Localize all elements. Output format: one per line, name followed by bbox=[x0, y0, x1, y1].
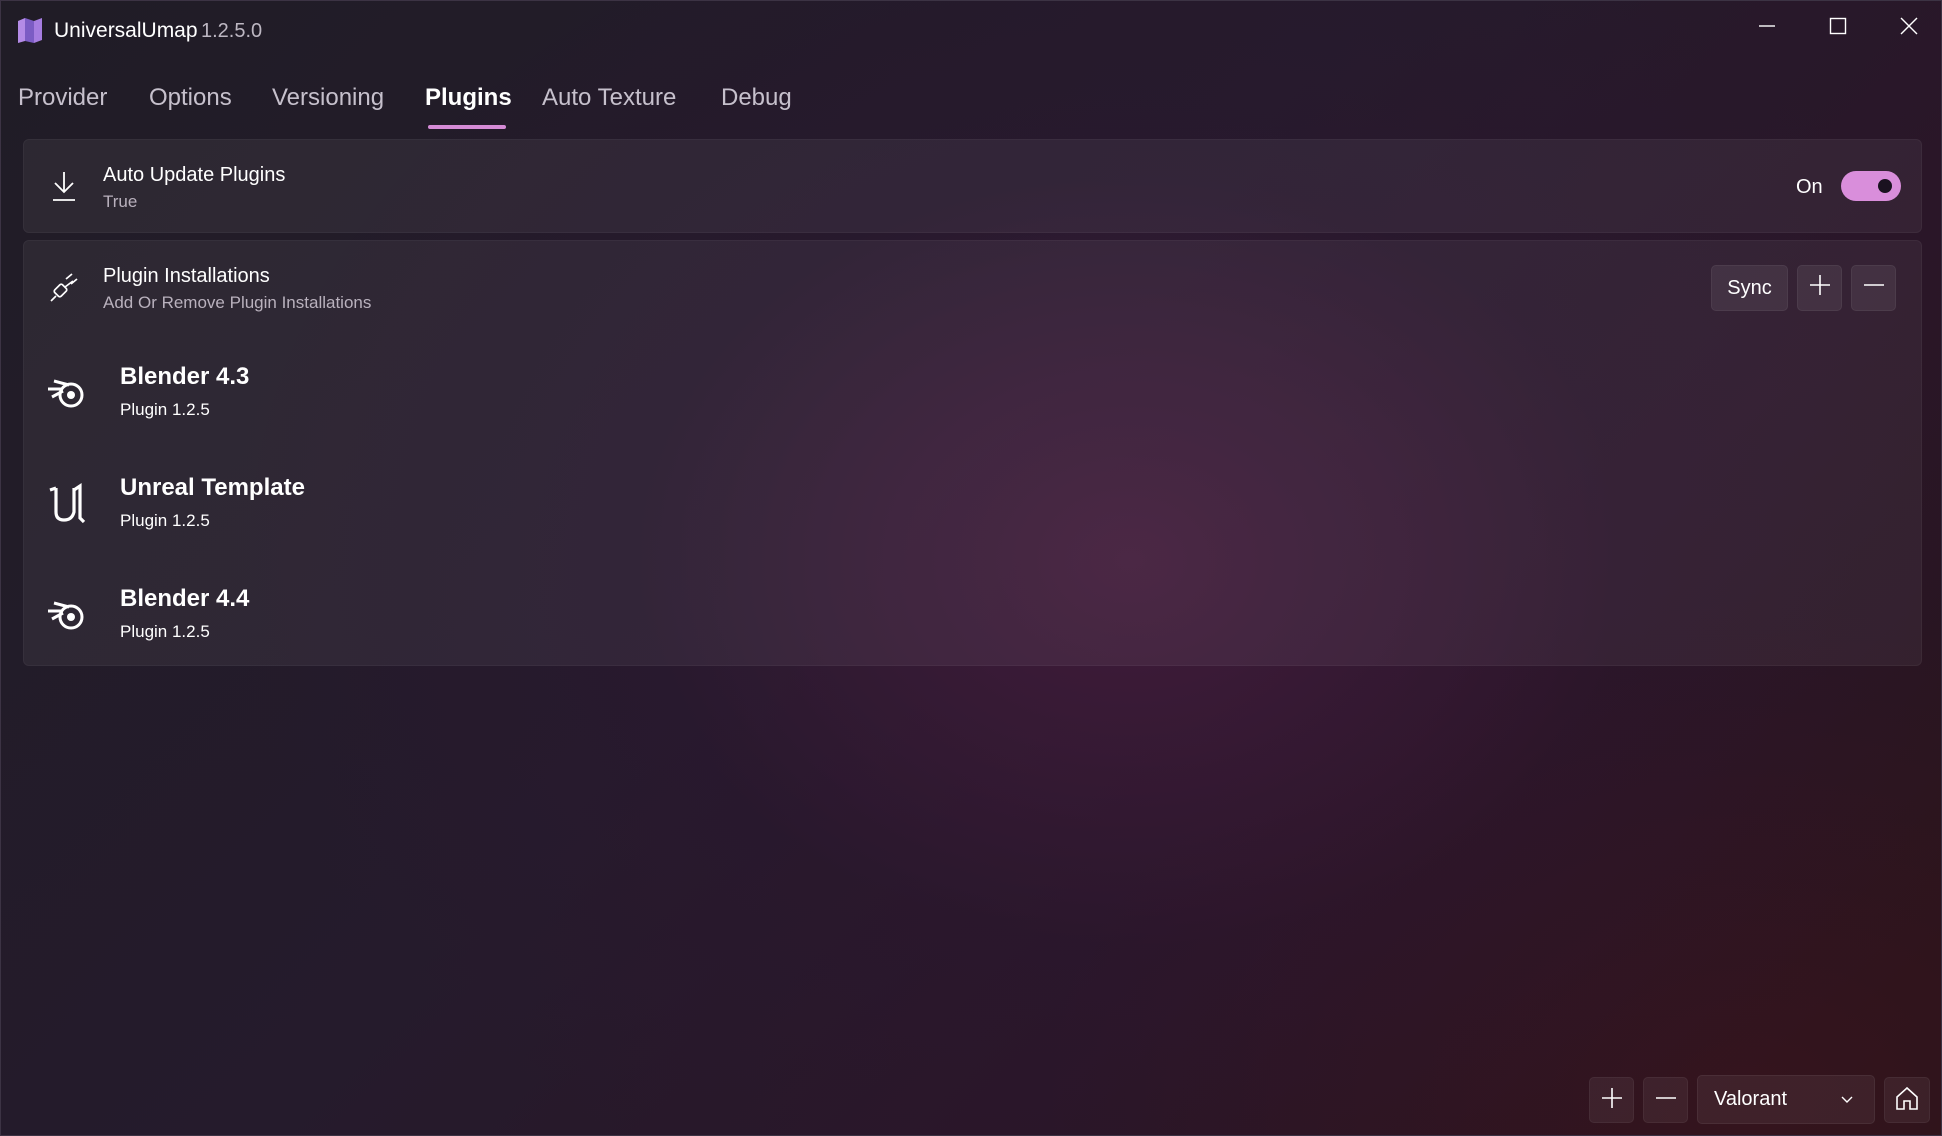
tab-plugins[interactable]: Plugins bbox=[425, 84, 512, 112]
sync-button[interactable]: Sync bbox=[1711, 265, 1788, 311]
tab-options[interactable]: Options bbox=[149, 84, 232, 112]
maximize-icon bbox=[1829, 17, 1847, 40]
game-select[interactable]: Valorant bbox=[1697, 1075, 1875, 1124]
blender-icon bbox=[46, 373, 90, 417]
plugin-installations-card: Plugin Installations Add Or Remove Plugi… bbox=[23, 240, 1922, 666]
blender-icon bbox=[46, 595, 90, 639]
app-version: 1.2.5.0 bbox=[201, 20, 263, 42]
plugin-name: Blender 4.3 bbox=[120, 363, 250, 390]
tab-versioning[interactable]: Versioning bbox=[272, 84, 384, 112]
maximize-button[interactable] bbox=[1805, 6, 1871, 50]
toggle-state-label: On bbox=[1796, 176, 1823, 198]
plus-icon bbox=[1809, 274, 1831, 302]
plugin-installations-title: Plugin Installations bbox=[103, 265, 270, 287]
minimize-button[interactable] bbox=[1734, 6, 1800, 50]
minus-icon bbox=[1655, 1087, 1677, 1114]
auto-update-toggle[interactable] bbox=[1841, 171, 1901, 201]
list-item[interactable]: Unreal Template Plugin 1.2.5 bbox=[46, 474, 646, 564]
tab-provider[interactable]: Provider bbox=[18, 84, 107, 112]
auto-update-title: Auto Update Plugins bbox=[103, 164, 286, 186]
list-item[interactable]: Blender 4.4 Plugin 1.2.5 bbox=[46, 585, 646, 675]
unreal-icon bbox=[46, 482, 90, 526]
title-bar[interactable]: UniversalUmap 1.2.5.0 bbox=[0, 0, 1942, 60]
tab-bar: Provider Options Versioning Plugins Auto… bbox=[0, 76, 1000, 136]
tab-auto-texture[interactable]: Auto Texture bbox=[542, 84, 676, 112]
active-tab-indicator bbox=[428, 125, 506, 129]
list-item[interactable]: Blender 4.3 Plugin 1.2.5 bbox=[46, 363, 646, 453]
plus-icon bbox=[1601, 1087, 1623, 1114]
minus-icon bbox=[1863, 274, 1885, 302]
app-title: UniversalUmap bbox=[54, 19, 198, 42]
download-icon bbox=[44, 166, 84, 206]
plugin-name: Blender 4.4 bbox=[120, 585, 250, 612]
add-game-button[interactable] bbox=[1589, 1077, 1634, 1123]
close-button[interactable] bbox=[1876, 6, 1942, 50]
plugin-installations-subtitle: Add Or Remove Plugin Installations bbox=[103, 293, 372, 312]
home-icon bbox=[1894, 1085, 1920, 1116]
remove-installation-button[interactable] bbox=[1851, 265, 1896, 311]
toggle-knob bbox=[1878, 179, 1892, 193]
home-button[interactable] bbox=[1884, 1077, 1930, 1123]
remove-game-button[interactable] bbox=[1643, 1077, 1688, 1123]
plugin-version: Plugin 1.2.5 bbox=[120, 511, 210, 530]
auto-update-value: True bbox=[103, 192, 138, 211]
plugin-version: Plugin 1.2.5 bbox=[120, 622, 210, 641]
tab-debug[interactable]: Debug bbox=[721, 84, 792, 112]
game-select-value: Valorant bbox=[1714, 1088, 1788, 1110]
plug-icon bbox=[44, 268, 84, 308]
app-logo-icon bbox=[16, 17, 44, 44]
add-installation-button[interactable] bbox=[1797, 265, 1842, 311]
chevron-down-icon bbox=[1840, 1092, 1854, 1111]
minimize-icon bbox=[1758, 17, 1776, 40]
plugin-version: Plugin 1.2.5 bbox=[120, 400, 210, 419]
plugin-name: Unreal Template bbox=[120, 474, 305, 501]
close-icon bbox=[1900, 17, 1918, 40]
auto-update-card: Auto Update Plugins True On bbox=[23, 139, 1922, 233]
